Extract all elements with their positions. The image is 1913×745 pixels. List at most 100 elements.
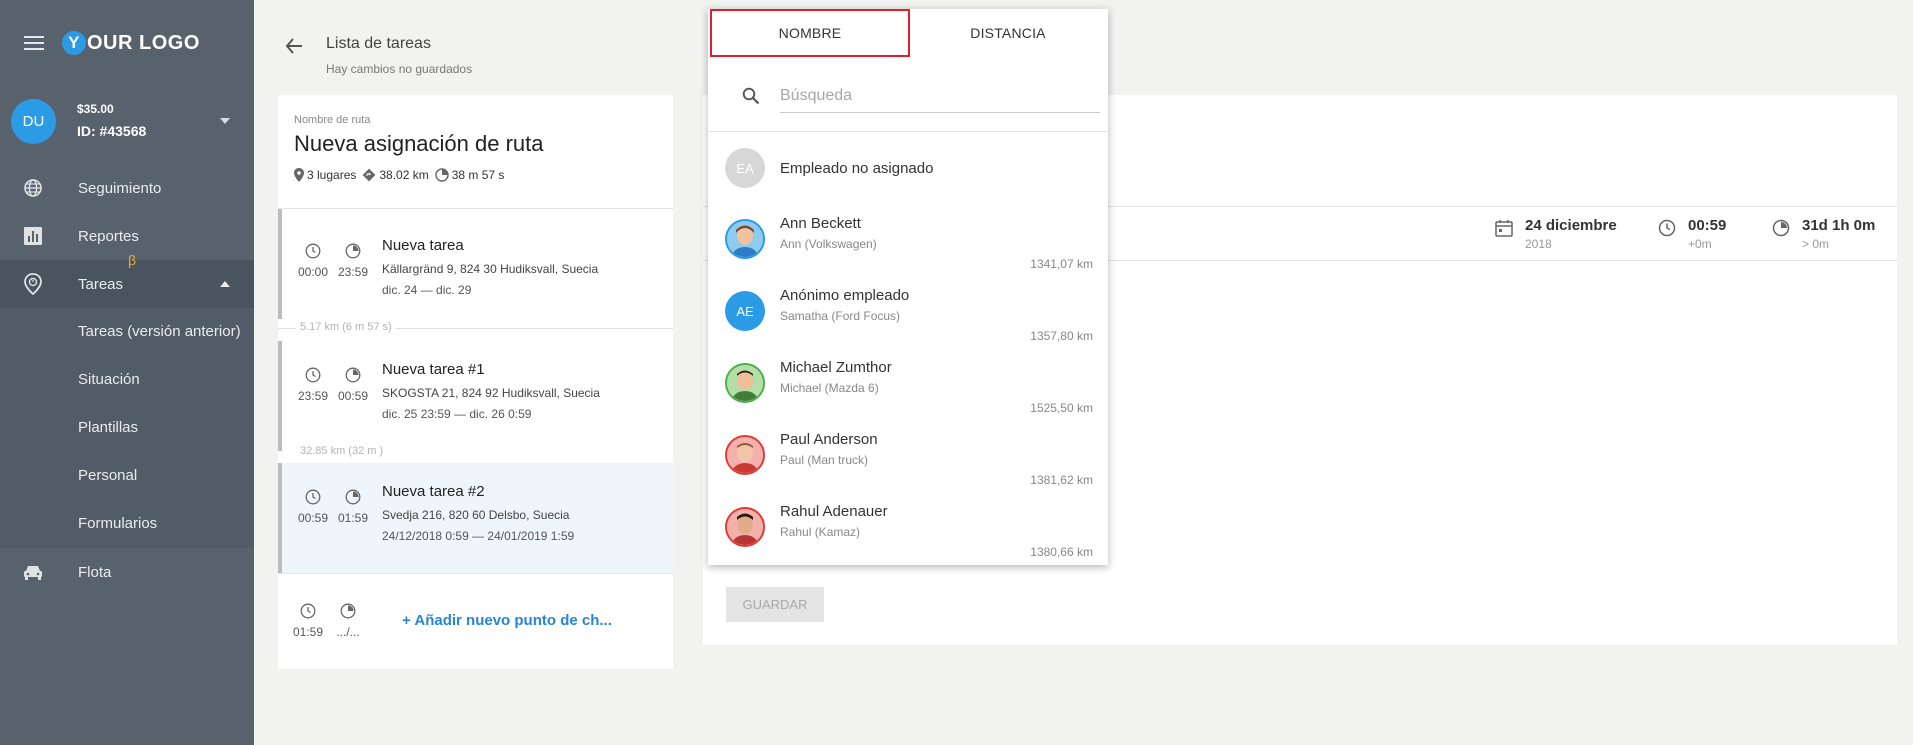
task-address: Källargränd 9, 824 30 Hudiksvall, Suecia xyxy=(382,262,599,276)
date-value: 24 diciembre xyxy=(1525,217,1617,234)
employee-item[interactable]: AE Anónimo empleado Samatha (Ford Focus)… xyxy=(708,277,1108,349)
task-address: Svedja 216, 820 60 Delsbo, Suecia xyxy=(382,508,570,522)
search-icon xyxy=(742,87,760,105)
segment-distance: 5.17 km (6 m 57 s) xyxy=(296,321,396,333)
employee-item[interactable]: Rahul Adenauer Rahul (Kamaz) 1380,66 km xyxy=(708,493,1108,565)
avatar xyxy=(725,507,765,547)
employee-vehicle: Paul (Man truck) xyxy=(780,453,869,467)
avatar xyxy=(725,435,765,475)
task-item-selected[interactable]: 00:59 01:59 Nueva tarea #2 Svedja 216, 8… xyxy=(278,463,673,573)
date-field[interactable]: 24 diciembre 2018 xyxy=(1495,217,1617,251)
route-name[interactable]: Nueva asignación de ruta xyxy=(294,131,544,157)
account-switcher[interactable]: DU $35.00 ID: #43568 xyxy=(11,98,234,144)
account-balance: $35.00 xyxy=(77,101,114,116)
employee-unassigned[interactable]: EA Empleado no asignado xyxy=(708,133,1108,205)
task-item[interactable]: 00:00 23:59 Nueva tarea Källargränd 9, 8… xyxy=(278,209,673,319)
clock-icon xyxy=(305,243,321,259)
employee-name: Rahul Adenauer xyxy=(780,503,888,520)
employee-distance: 1381,62 km xyxy=(1030,473,1093,487)
calendar-icon xyxy=(1495,220,1513,237)
employee-distance: 1525,50 km xyxy=(1030,401,1093,415)
route-duration: 38 m 57 s xyxy=(435,168,504,182)
location-clock-icon xyxy=(22,273,44,295)
task-dates: dic. 24 — dic. 29 xyxy=(382,283,472,297)
sidebar-subitem-plantillas[interactable]: Plantillas xyxy=(78,419,138,436)
time-value: 00:59 xyxy=(1688,217,1727,234)
logo[interactable]: Y OUR LOGO xyxy=(62,31,200,55)
employee-name: Anónimo empleado xyxy=(780,287,910,304)
bar-chart-icon xyxy=(22,225,44,247)
time-field[interactable]: 00:59 +0m xyxy=(1658,217,1726,251)
timer-icon xyxy=(1772,219,1790,237)
tab-nombre[interactable]: NOMBRE xyxy=(710,9,910,57)
globe-icon xyxy=(22,177,44,199)
employee-item[interactable]: Ann Beckett Ann (Volkswagen) 1341,07 km xyxy=(708,205,1108,277)
employee-distance: 1341,07 km xyxy=(1030,257,1093,271)
car-icon xyxy=(22,561,44,583)
submenu: Tareas (versión anterior) Situación Plan… xyxy=(0,308,254,548)
task-name: Nueva tarea xyxy=(382,237,464,254)
tab-distancia[interactable]: DISTANCIA xyxy=(908,9,1108,57)
task-end-time: 23:59 xyxy=(333,243,373,279)
employee-name: Empleado no asignado xyxy=(780,160,934,177)
sidebar-item-flota[interactable]: Flota xyxy=(0,548,254,596)
add-checkpoint-link[interactable]: + Añadir nuevo punto de ch... xyxy=(402,612,612,629)
timer-icon xyxy=(435,168,449,182)
search-input[interactable] xyxy=(780,79,1100,113)
task-marker xyxy=(278,341,282,451)
logo-mark: Y xyxy=(62,31,86,55)
sidebar-subitem-formularios[interactable]: Formularios xyxy=(78,515,157,532)
duration-field[interactable]: 31d 1h 0m > 0m xyxy=(1772,217,1875,251)
task-name: Nueva tarea #1 xyxy=(382,361,485,378)
task-list-panel: Nombre de ruta Nueva asignación de ruta … xyxy=(278,95,673,669)
employee-item[interactable]: Paul Anderson Paul (Man truck) 1381,62 k… xyxy=(708,421,1108,493)
clock-icon xyxy=(1658,219,1676,237)
avatar: DU xyxy=(11,98,56,144)
sidebar-subitem-tareas-anterior[interactable]: Tareas (versión anterior) xyxy=(78,323,241,340)
employee-name: Michael Zumthor xyxy=(780,359,892,376)
sidebar-subitem-situacion[interactable]: Situación xyxy=(78,371,140,388)
sidebar: Y OUR LOGO DU $35.00 ID: #43568 Seguimie… xyxy=(0,0,254,745)
save-button[interactable]: GUARDAR xyxy=(726,587,824,622)
route-summary: 3 lugares 38.02 km 38 m 57 s xyxy=(294,168,510,182)
task-end-time: 01:59 xyxy=(333,489,373,525)
segment-distance: 32.85 km (32 m ) xyxy=(296,445,388,457)
sort-tabs: NOMBRE DISTANCIA xyxy=(708,9,1108,57)
page-title: Lista de tareas xyxy=(326,35,431,52)
employee-vehicle: Rahul (Kamaz) xyxy=(780,525,861,539)
employee-vehicle: Samatha (Ford Focus) xyxy=(780,309,901,323)
sidebar-item-label: Tareas xyxy=(78,275,124,293)
timer-icon xyxy=(345,489,361,505)
timer-icon xyxy=(340,603,356,619)
task-item[interactable]: 23:59 00:59 Nueva tarea #1 SKOGSTA 21, 8… xyxy=(278,341,673,451)
back-arrow-icon[interactable] xyxy=(284,36,306,56)
task-start-time: 00:00 xyxy=(293,243,333,279)
beta-badge: β xyxy=(128,252,137,268)
timer-icon xyxy=(345,367,361,383)
task-start-time: 00:59 xyxy=(293,489,333,525)
avatar xyxy=(725,219,765,259)
sidebar-item-tareas[interactable]: Tareas β xyxy=(0,252,254,308)
clock-icon xyxy=(300,603,316,619)
account-id: ID: #43568 xyxy=(77,123,147,140)
employee-item[interactable]: Michael Zumthor Michael (Mazda 6) 1525,5… xyxy=(708,349,1108,421)
unsaved-changes-notice: Hay cambios no guardados xyxy=(326,62,473,76)
employee-distance: 1357,80 km xyxy=(1030,329,1093,343)
hamburger-menu-icon[interactable] xyxy=(24,36,44,50)
map-pin-icon xyxy=(294,168,304,182)
task-name: Nueva tarea #2 xyxy=(382,483,485,500)
route-name-label: Nombre de ruta xyxy=(294,114,371,126)
caret-down-icon[interactable] xyxy=(220,118,230,124)
divider xyxy=(278,573,673,574)
task-marker xyxy=(278,463,282,573)
sidebar-item-reportes[interactable]: Reportes xyxy=(0,212,254,260)
sidebar-subitem-personal[interactable]: Personal xyxy=(78,467,137,484)
avatar: EA xyxy=(725,148,765,188)
sidebar-item-label: Flota xyxy=(78,563,112,581)
route-distance: 38.02 km xyxy=(362,168,429,182)
caret-up-icon[interactable] xyxy=(220,281,230,287)
add-point-end-time: .../... xyxy=(328,603,368,639)
clock-icon xyxy=(305,367,321,383)
sidebar-item-seguimiento[interactable]: Seguimiento xyxy=(0,164,254,212)
task-end-time: 00:59 xyxy=(333,367,373,403)
